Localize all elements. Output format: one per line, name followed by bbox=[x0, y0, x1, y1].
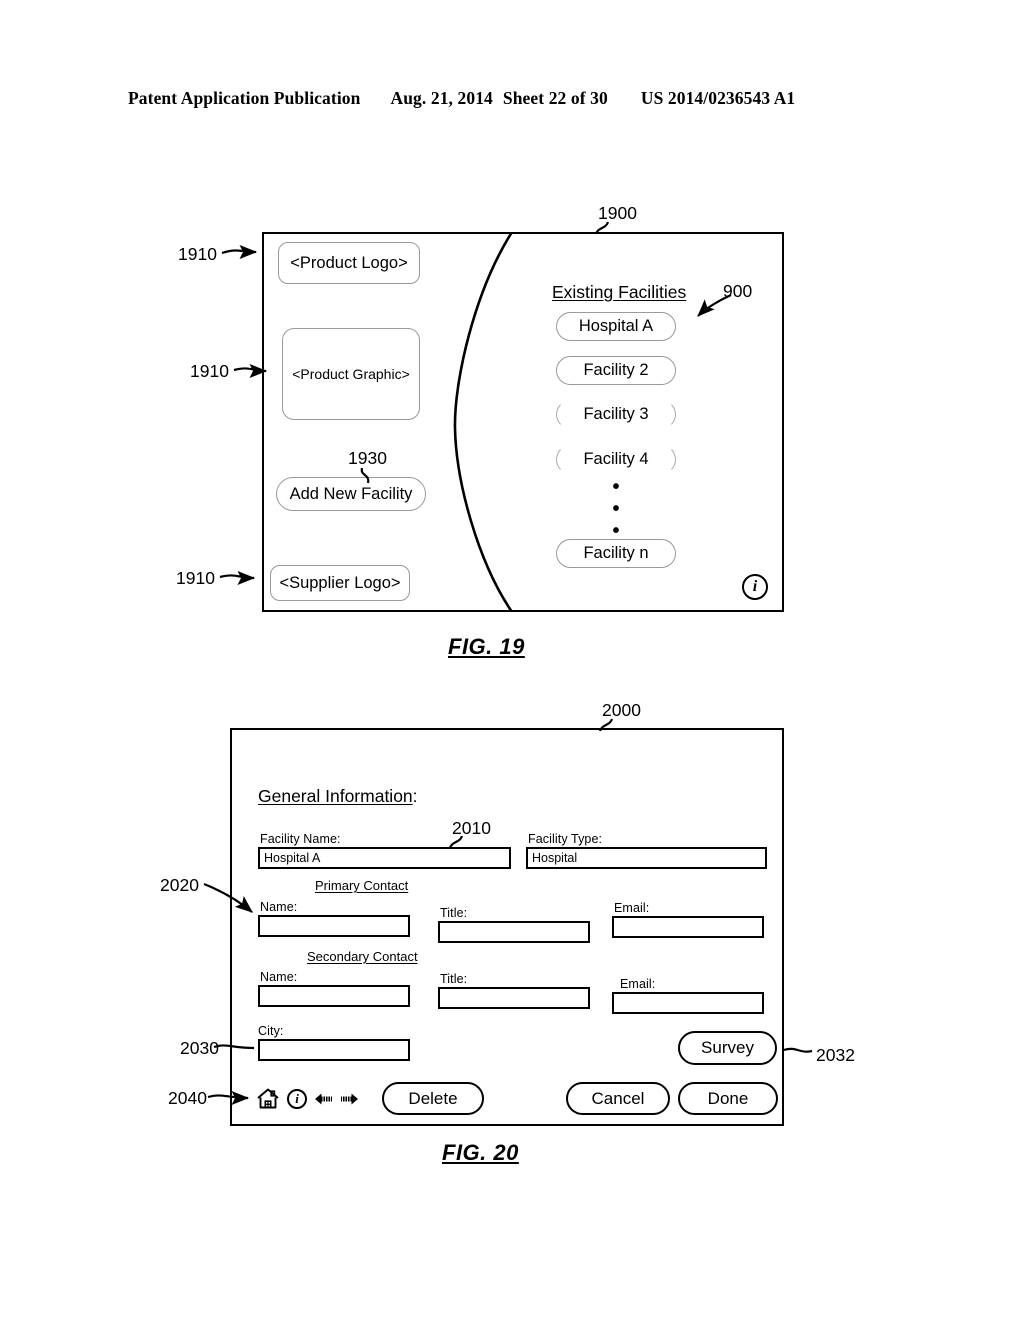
ref-2020: 2020 bbox=[160, 875, 199, 895]
primary-title-input[interactable] bbox=[438, 921, 590, 943]
add-new-facility-button[interactable]: Add New Facility bbox=[276, 477, 426, 511]
fig20-panel: General Information: Facility Name: Hosp… bbox=[230, 728, 784, 1126]
add-new-facility-label: Add New Facility bbox=[289, 484, 413, 503]
product-graphic-placeholder[interactable]: <Product Graphic> bbox=[282, 328, 420, 420]
facility-list-item-n[interactable]: Facility n bbox=[556, 539, 676, 568]
secondary-title-input[interactable] bbox=[438, 987, 590, 1009]
ref-1910-logo: 1910 bbox=[178, 244, 217, 264]
delete-button[interactable]: Delete bbox=[382, 1082, 484, 1115]
home-icon[interactable] bbox=[256, 1087, 280, 1110]
general-information-colon: : bbox=[412, 786, 418, 806]
product-logo-placeholder[interactable]: <Product Logo> bbox=[278, 242, 420, 284]
ref-1910-graphic: 1910 bbox=[190, 361, 229, 381]
general-information-heading: General Information: bbox=[258, 786, 418, 807]
facility-name-input[interactable]: Hospital A bbox=[258, 847, 511, 869]
header-date: Aug. 21, 2014 bbox=[390, 88, 493, 108]
ref-2000: 2000 bbox=[602, 700, 641, 720]
info-icon-glyph: i bbox=[752, 578, 758, 595]
secondary-contact-section-label: Secondary Contact bbox=[307, 949, 418, 964]
primary-email-label: Email: bbox=[614, 901, 650, 915]
facility-label: Facility n bbox=[583, 544, 649, 562]
ref-900: 900 bbox=[723, 281, 753, 301]
fig19-panel: <Product Logo> <Product Graphic> Add New… bbox=[262, 232, 784, 612]
secondary-name-label: Name: bbox=[260, 970, 298, 984]
ellipsis-dot-2: • bbox=[612, 498, 620, 520]
facility-label: Facility 4 bbox=[583, 450, 649, 468]
facility-type-input[interactable]: Hospital bbox=[526, 847, 767, 869]
ref-1930: 1930 bbox=[348, 448, 387, 468]
secondary-title-label: Title: bbox=[440, 972, 468, 986]
done-button-label: Done bbox=[707, 1088, 749, 1108]
ref-2032: 2032 bbox=[816, 1045, 855, 1065]
primary-email-input[interactable] bbox=[612, 916, 764, 938]
existing-facilities-heading: Existing Facilities bbox=[552, 282, 687, 302]
ref-1900: 1900 bbox=[598, 203, 637, 223]
header-sheet: Sheet 22 of 30 bbox=[502, 88, 608, 108]
ellipsis-dot-1: • bbox=[612, 476, 620, 498]
secondary-email-input[interactable] bbox=[612, 992, 764, 1014]
primary-title-label: Title: bbox=[440, 906, 468, 920]
supplier-logo-label: <Supplier Logo> bbox=[279, 573, 401, 592]
forward-arrow-icon[interactable] bbox=[340, 1091, 359, 1107]
header-publication: Patent Application Publication bbox=[128, 88, 361, 108]
survey-button-label: Survey bbox=[701, 1038, 754, 1057]
city-input[interactable] bbox=[258, 1039, 410, 1061]
info-icon-glyph: i bbox=[295, 1090, 299, 1106]
fig19-caption: FIG. 19 bbox=[448, 634, 525, 659]
ref-1910-supplier: 1910 bbox=[176, 568, 215, 588]
delete-button-label: Delete bbox=[408, 1088, 458, 1108]
supplier-logo-placeholder[interactable]: <Supplier Logo> bbox=[270, 565, 410, 601]
header-patent-number: US 2014/0236543 A1 bbox=[640, 88, 796, 108]
info-icon[interactable]: i bbox=[742, 574, 768, 600]
secondary-name-input[interactable] bbox=[258, 985, 410, 1007]
facility-label: Hospital A bbox=[578, 317, 654, 335]
back-arrow-icon[interactable] bbox=[314, 1091, 333, 1107]
primary-name-label: Name: bbox=[260, 900, 298, 914]
fig20-caption: FIG. 20 bbox=[442, 1140, 519, 1165]
info-icon[interactable]: i bbox=[287, 1088, 307, 1109]
done-button[interactable]: Done bbox=[678, 1082, 778, 1115]
city-label: City: bbox=[258, 1024, 284, 1038]
cancel-button-label: Cancel bbox=[591, 1088, 645, 1108]
toolbar-icon-strip: i bbox=[256, 1082, 359, 1115]
survey-button[interactable]: Survey bbox=[678, 1031, 777, 1065]
cancel-button[interactable]: Cancel bbox=[566, 1082, 670, 1115]
facility-name-label: Facility Name: bbox=[260, 832, 341, 846]
primary-name-input[interactable] bbox=[258, 915, 410, 937]
facility-label: Facility 3 bbox=[583, 405, 649, 423]
facility-type-label: Facility Type: bbox=[528, 832, 603, 846]
ref-2030: 2030 bbox=[180, 1038, 219, 1058]
facility-list-item-4[interactable]: Facility 4 bbox=[556, 445, 676, 474]
secondary-email-label: Email: bbox=[620, 977, 656, 991]
primary-contact-section-label: Primary Contact bbox=[315, 878, 409, 893]
facility-list-item-2[interactable]: Facility 2 bbox=[556, 356, 676, 385]
ref-2040: 2040 bbox=[168, 1088, 207, 1108]
facility-list-item-3[interactable]: Facility 3 bbox=[556, 400, 676, 429]
facility-list-item-hospital-a[interactable]: Hospital A bbox=[556, 312, 676, 341]
ellipsis-dot-3: • bbox=[612, 520, 620, 542]
page-header: Patent Application Publication Aug. 21, 2… bbox=[128, 88, 896, 109]
product-logo-label: <Product Logo> bbox=[290, 253, 408, 272]
ref-2010: 2010 bbox=[452, 818, 491, 838]
facility-label: Facility 2 bbox=[583, 361, 649, 379]
general-information-label: General Information bbox=[258, 786, 413, 806]
product-graphic-label: <Product Graphic> bbox=[292, 366, 410, 382]
